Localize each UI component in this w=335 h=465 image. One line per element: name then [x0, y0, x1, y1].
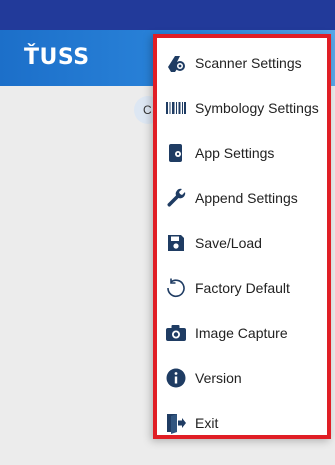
info-icon [165, 367, 187, 389]
menu-item-label: Exit [195, 415, 219, 431]
menu-item-label: App Settings [195, 145, 275, 161]
barcode-icon [165, 97, 187, 119]
exit-icon [165, 412, 187, 434]
menu-item-image-capture[interactable]: Image Capture [157, 313, 327, 353]
menu-item-label: Factory Default [195, 280, 290, 296]
floppy-disk-icon [165, 232, 187, 254]
menu-item-append-settings[interactable]: Append Settings [157, 178, 327, 218]
menu-item-factory-default[interactable]: Factory Default [157, 268, 327, 308]
overflow-menu: Scanner Settings Symbology Settings App [153, 34, 331, 439]
app-settings-icon [165, 142, 187, 164]
menu-item-label: Save/Load [195, 235, 262, 251]
scanner-gear-icon [165, 52, 187, 74]
menu-item-label: Append Settings [195, 190, 298, 206]
wrench-icon [165, 187, 187, 209]
menu-item-exit[interactable]: Exit [157, 403, 327, 435]
menu-item-save-load[interactable]: Save/Load [157, 223, 327, 263]
menu-item-app-settings[interactable]: App Settings [157, 133, 327, 173]
menu-item-scanner-settings[interactable]: Scanner Settings [157, 43, 327, 83]
menu-item-label: Image Capture [195, 325, 288, 341]
status-bar [0, 0, 335, 30]
menu-item-label: Symbology Settings [195, 100, 319, 116]
camera-icon [165, 322, 187, 344]
app-logo: ŤUSS [24, 45, 90, 70]
menu-item-version[interactable]: Version [157, 358, 327, 398]
menu-item-label: Version [195, 370, 242, 386]
menu-item-label: Scanner Settings [195, 55, 302, 71]
reset-icon [165, 277, 187, 299]
menu-item-symbology-settings[interactable]: Symbology Settings [157, 88, 327, 128]
